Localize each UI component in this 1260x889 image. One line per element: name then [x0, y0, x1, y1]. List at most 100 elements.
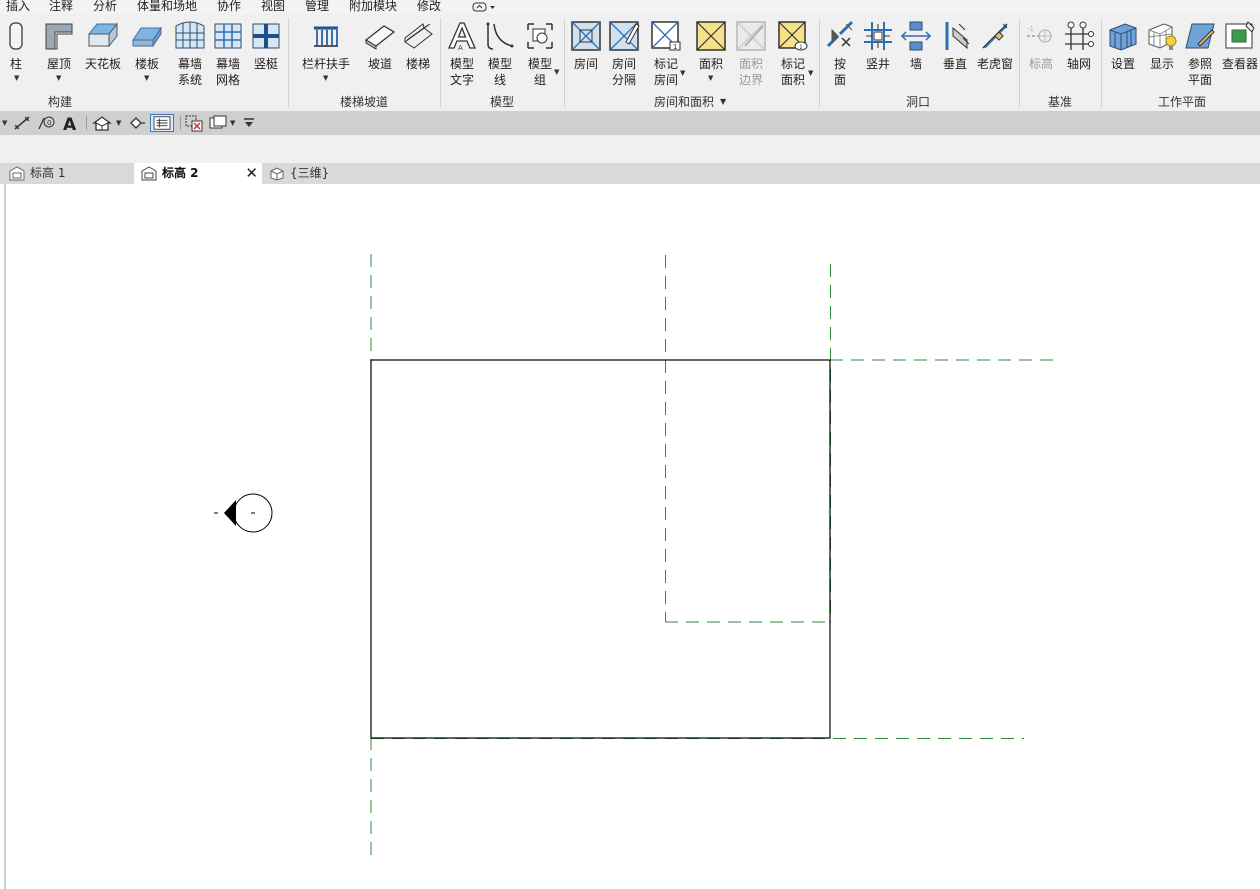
panel-label-circulation: 楼梯坡道	[339, 95, 389, 109]
options-dropdown-icon[interactable]: ▼	[2, 120, 7, 127]
menu-bar: 插入 注释 分析 体量和场地 协作 视图 管理 附加模块 修改	[0, 0, 1260, 14]
view-tab-bar: 标高 1 标高 2 ✕ {三维}	[0, 163, 1260, 184]
vertical-opening-icon	[945, 22, 970, 50]
pin-icon[interactable]	[126, 114, 146, 132]
wall-opening-button[interactable]: 墙	[900, 14, 932, 92]
column-icon	[9, 22, 23, 50]
roof-dropdown-icon[interactable]: ▼	[56, 75, 61, 82]
curtain-grid-button[interactable]: 幕墙 网格	[212, 14, 244, 92]
dormer-icon	[982, 23, 1008, 49]
tag-area-icon: 1	[778, 21, 808, 51]
tag-area-button[interactable]: 1 标记 面积 ▼	[777, 14, 813, 92]
room-area-panel-expand-icon[interactable]: ▼	[720, 98, 726, 106]
level-button[interactable]: -1 标高	[1025, 14, 1057, 92]
menu-tab-analyze[interactable]: 分析	[93, 0, 117, 14]
menu-tab-modify[interactable]: 修改	[417, 0, 441, 14]
panel-label-datum: 基准	[1047, 95, 1073, 109]
grid-button[interactable]: 轴网	[1063, 14, 1095, 92]
panel-label-opening: 洞口	[905, 95, 931, 109]
opening-by-face-button[interactable]: 按 面	[824, 14, 856, 92]
viewer-icon	[1225, 21, 1255, 49]
svg-text:A: A	[63, 115, 77, 132]
dimension-icon[interactable]	[12, 114, 32, 132]
floor-button[interactable]: 楼板 ▼	[131, 14, 163, 92]
menu-tab-view[interactable]: 视图	[261, 0, 285, 14]
floor-plan-drawing[interactable]	[0, 184, 1260, 889]
model-group-icon	[527, 23, 553, 49]
menu-tab-insert[interactable]: 插入	[6, 0, 30, 14]
tag-room-button[interactable]: 1 标记 房间 ▼	[650, 14, 685, 92]
text-icon[interactable]: A	[60, 114, 80, 132]
menu-tab-manage[interactable]: 管理	[305, 0, 329, 14]
viewer-button[interactable]: 查看器	[1222, 14, 1258, 92]
tab-level-2[interactable]: 标高 2 ✕	[134, 163, 262, 184]
svg-text:1: 1	[673, 43, 677, 51]
grid-icon	[1065, 21, 1094, 50]
svg-text:0: 0	[47, 119, 51, 127]
menu-tab-collaborate[interactable]: 协作	[217, 0, 241, 14]
home-view-dropdown-icon[interactable]: ▼	[116, 120, 121, 127]
shaft-icon	[864, 22, 892, 50]
roof-icon	[45, 23, 73, 50]
properties-icon[interactable]	[150, 114, 174, 132]
hide-element-icon[interactable]	[184, 114, 204, 132]
column-button[interactable]: 柱 ▼	[4, 14, 28, 92]
customize-icon[interactable]	[240, 114, 260, 132]
drawing-canvas[interactable]	[0, 184, 1260, 889]
menu-tab-annotate[interactable]: 注释	[49, 0, 73, 14]
ribbon-minimize-icon[interactable]	[472, 1, 496, 13]
column-dropdown-icon[interactable]: ▼	[14, 75, 19, 82]
ramp-icon	[364, 25, 396, 50]
panel-separator	[288, 18, 289, 108]
tab-label: 标高 1	[30, 166, 66, 180]
area-button[interactable]: 面积 ▼	[695, 14, 727, 92]
menu-tab-addins[interactable]: 附加模块	[349, 0, 397, 14]
model-group-dropdown-icon[interactable]: ▼	[554, 69, 559, 76]
switch-windows-icon[interactable]	[208, 114, 228, 132]
opening-by-face-icon	[826, 20, 854, 48]
set-workplane-button[interactable]: 设置	[1107, 14, 1139, 92]
wall-outline[interactable]	[370, 359, 831, 739]
railing-button[interactable]: 栏杆扶手 ▼	[302, 14, 350, 92]
room-separator-button[interactable]: 房间 分隔	[608, 14, 640, 92]
floor-plan-icon	[9, 166, 25, 181]
area-dropdown-icon[interactable]: ▼	[708, 75, 713, 82]
model-line-button[interactable]: 模型 线	[484, 14, 516, 92]
svg-text:1: 1	[799, 44, 803, 51]
floor-dropdown-icon[interactable]: ▼	[144, 75, 149, 82]
menu-tab-massing[interactable]: 体量和场地	[137, 0, 197, 14]
tag-area-dropdown-icon[interactable]: ▼	[808, 70, 813, 77]
area-boundary-button[interactable]: 面积 边界	[735, 14, 767, 92]
tab-label: {三维}	[290, 166, 330, 180]
viewer-label: 查看器	[1221, 57, 1258, 71]
spot-elevation-icon[interactable]: 0	[36, 114, 56, 132]
tab-level-1[interactable]: 标高 1	[2, 163, 132, 184]
tab-label: 标高 2	[162, 166, 199, 180]
svg-text:-1: -1	[1027, 25, 1034, 33]
panel-label-build: 构建	[47, 95, 73, 109]
stair-button[interactable]: 楼梯	[402, 14, 434, 92]
switch-windows-dropdown-icon[interactable]: ▼	[230, 120, 235, 127]
dormer-button[interactable]: 老虎窗	[977, 14, 1013, 92]
ceiling-button[interactable]: 天花板	[85, 14, 121, 92]
ref-plane-button[interactable]: 参照 平面	[1184, 14, 1216, 92]
wall-opening-icon	[900, 21, 932, 51]
separator	[180, 116, 181, 130]
model-group-button[interactable]: 模型 组 ▼	[524, 14, 559, 92]
status-strip	[0, 135, 1260, 163]
home-view-icon[interactable]	[92, 114, 112, 132]
elevation-marker-icon[interactable]	[214, 493, 273, 533]
panel-label-room-area: 房间和面积	[653, 95, 715, 109]
railing-dropdown-icon[interactable]: ▼	[323, 75, 328, 82]
roof-button[interactable]: 屋顶 ▼	[42, 14, 76, 92]
shaft-button[interactable]: 竖井	[862, 14, 894, 92]
options-bar: ▼ 0 A ▼ ▼	[0, 111, 1260, 135]
ceiling-icon	[87, 22, 119, 48]
dormer-label: 老虎窗	[976, 57, 1013, 71]
close-icon[interactable]: ✕	[245, 163, 258, 184]
vertical-opening-button[interactable]: 垂直	[939, 14, 971, 92]
ramp-button[interactable]: 坡道	[364, 14, 396, 92]
mullion-button[interactable]: 竖梃	[250, 14, 282, 92]
tab-3d-view[interactable]: {三维}	[262, 163, 382, 184]
mullion-label: 竖梃	[253, 57, 278, 71]
